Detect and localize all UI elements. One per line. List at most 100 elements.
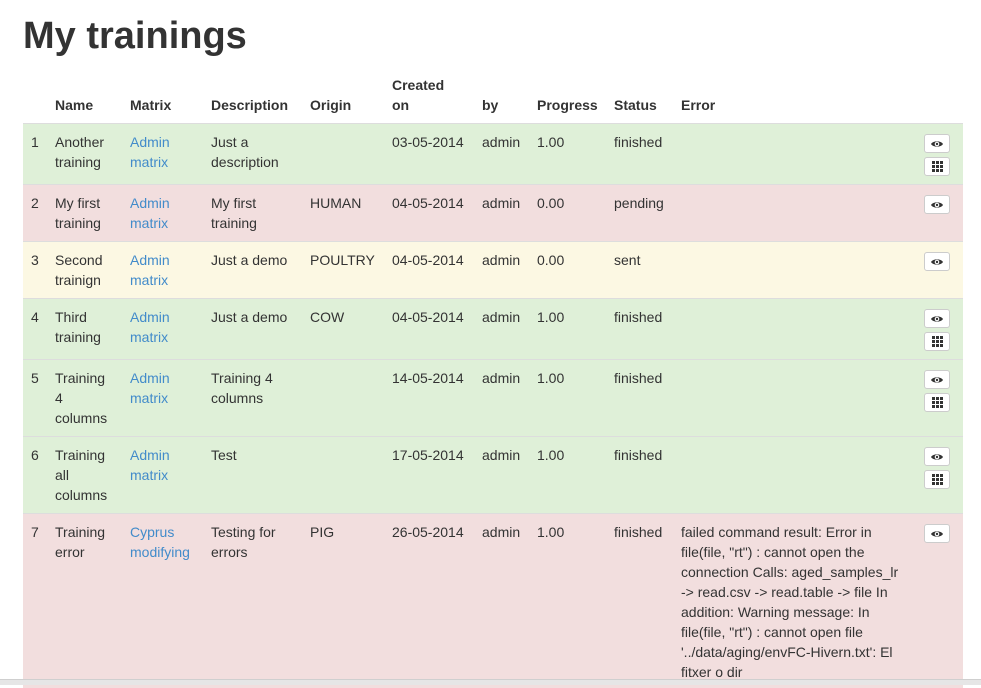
matrix-link-line[interactable]: matrix bbox=[130, 152, 170, 172]
training-error-line: addition: Warning message: In bbox=[681, 604, 870, 620]
training-description: Training 4 columns bbox=[211, 368, 273, 408]
created-by: admin bbox=[482, 195, 521, 211]
matrix-link-line[interactable]: matrix bbox=[130, 465, 170, 485]
column-header-origin[interactable]: Origin bbox=[310, 95, 351, 115]
training-name: Training all columns bbox=[55, 445, 107, 505]
column-header-name[interactable]: Name bbox=[55, 95, 93, 115]
training-name-line: trainign bbox=[55, 272, 101, 288]
training-progress: 1.00 bbox=[537, 524, 565, 540]
training-progress: 1.00 bbox=[537, 134, 565, 150]
training-description: Just a demo bbox=[211, 307, 287, 327]
training-name-line: error bbox=[55, 544, 85, 560]
matrix-link-line[interactable]: Cyprus bbox=[130, 522, 190, 542]
matrix-link-line[interactable]: Admin bbox=[130, 250, 170, 270]
matrix-link-line[interactable]: Admin bbox=[130, 445, 170, 465]
training-name: Training error bbox=[55, 522, 105, 562]
table-row: 7 Training error Cyprus modifying Testing for… bbox=[23, 513, 963, 688]
table-row: 3 Second trainign Admin matrix Just a demo POU… bbox=[23, 241, 963, 298]
matrix-button[interactable] bbox=[924, 393, 950, 412]
training-status: finished bbox=[614, 447, 663, 463]
created-date: 04-05-2014 bbox=[392, 309, 464, 325]
row-number: 7 bbox=[31, 524, 39, 540]
training-progress: 1.00 bbox=[537, 447, 565, 463]
matrix-link-line[interactable]: Admin bbox=[130, 307, 170, 327]
matrix-link-line[interactable]: modifying bbox=[130, 542, 190, 562]
table-row: 1 Another training Admin matrix Just a descrip… bbox=[23, 123, 963, 184]
matrix-link[interactable]: Cyprus modifying bbox=[130, 522, 190, 562]
column-header-status[interactable]: Status bbox=[614, 95, 657, 115]
grid-icon bbox=[931, 397, 943, 408]
training-name: Another training bbox=[55, 132, 104, 172]
matrix-link[interactable]: Admin matrix bbox=[130, 307, 170, 347]
matrix-link-line[interactable]: matrix bbox=[130, 270, 170, 290]
training-progress: 0.00 bbox=[537, 195, 565, 211]
training-name-line: Second bbox=[55, 252, 103, 268]
matrix-link[interactable]: Admin matrix bbox=[130, 368, 170, 408]
view-button[interactable] bbox=[924, 252, 950, 271]
training-name-line: training bbox=[55, 215, 101, 231]
grid-icon bbox=[931, 336, 943, 347]
training-origin: POULTRY bbox=[310, 252, 375, 268]
training-description: Just a demo bbox=[211, 250, 287, 270]
view-button[interactable] bbox=[924, 309, 950, 328]
view-button[interactable] bbox=[924, 370, 950, 389]
matrix-link[interactable]: Admin matrix bbox=[130, 193, 170, 233]
training-description-line: columns bbox=[211, 390, 264, 406]
training-name: Training 4 columns bbox=[55, 368, 107, 428]
training-status: pending bbox=[614, 195, 664, 211]
column-header-matrix[interactable]: Matrix bbox=[130, 95, 171, 115]
training-description-line: Test bbox=[211, 447, 237, 463]
training-name-line: all bbox=[55, 467, 70, 483]
matrix-link[interactable]: Admin matrix bbox=[130, 445, 170, 485]
training-status: finished bbox=[614, 370, 663, 386]
training-error: failed command result: Error in file(file… bbox=[681, 522, 898, 682]
matrix-link-line[interactable]: Admin bbox=[130, 132, 170, 152]
table-row: 6 Training all columns Admin matrix Test 17-05-… bbox=[23, 436, 963, 513]
column-header-by[interactable]: by bbox=[482, 95, 498, 115]
row-number: 2 bbox=[31, 195, 39, 211]
column-header-progress[interactable]: Progress bbox=[537, 95, 598, 115]
training-name: Second trainign bbox=[55, 250, 102, 290]
matrix-button[interactable] bbox=[924, 470, 950, 489]
row-number: 6 bbox=[31, 447, 39, 463]
matrix-link-line[interactable]: matrix bbox=[130, 388, 170, 408]
training-description-line: description bbox=[211, 154, 279, 170]
training-description: Just a description bbox=[211, 132, 279, 172]
view-button[interactable] bbox=[924, 195, 950, 214]
matrix-link-line[interactable]: Admin bbox=[130, 368, 170, 388]
training-description-line: Training 4 bbox=[211, 370, 273, 386]
created-by: admin bbox=[482, 309, 521, 325]
column-header-error[interactable]: Error bbox=[681, 95, 715, 115]
matrix-link[interactable]: Admin matrix bbox=[130, 250, 170, 290]
view-button[interactable] bbox=[924, 447, 950, 466]
training-progress: 1.00 bbox=[537, 309, 565, 325]
created-by: admin bbox=[482, 447, 521, 463]
column-header-created-line2: on bbox=[392, 97, 410, 113]
matrix-button[interactable] bbox=[924, 157, 950, 176]
row-number: 3 bbox=[31, 252, 39, 268]
view-button[interactable] bbox=[924, 524, 950, 543]
table-header: Name Matrix Description Origin Created o… bbox=[23, 76, 963, 124]
training-description-line: Testing for bbox=[211, 524, 276, 540]
training-status: finished bbox=[614, 524, 663, 540]
matrix-link[interactable]: Admin matrix bbox=[130, 132, 170, 172]
eye-icon bbox=[930, 257, 944, 267]
matrix-link-line[interactable]: Admin bbox=[130, 193, 170, 213]
training-description-line: training bbox=[211, 215, 257, 231]
matrix-link-line[interactable]: matrix bbox=[130, 213, 170, 233]
view-button[interactable] bbox=[924, 134, 950, 153]
matrix-link-line[interactable]: matrix bbox=[130, 327, 170, 347]
training-origin: COW bbox=[310, 309, 345, 325]
training-error-line: '../data/aging/envFC-Hivern.txt': El bbox=[681, 644, 893, 660]
matrix-button[interactable] bbox=[924, 332, 950, 351]
horizontal-scrollbar[interactable] bbox=[0, 679, 981, 685]
training-error-line: file(file, "rt") : cannot open file bbox=[681, 624, 863, 640]
created-by: admin bbox=[482, 370, 521, 386]
column-header-created-on[interactable]: Created on bbox=[392, 75, 444, 115]
training-name-line: My first bbox=[55, 195, 101, 211]
table-row: 2 My first training Admin matrix My first trai… bbox=[23, 184, 963, 241]
training-error-line: connection Calls: aged_samples_lr bbox=[681, 564, 899, 580]
column-header-description[interactable]: Description bbox=[211, 95, 288, 115]
training-name-line: columns bbox=[55, 410, 108, 426]
created-by: admin bbox=[482, 134, 521, 150]
